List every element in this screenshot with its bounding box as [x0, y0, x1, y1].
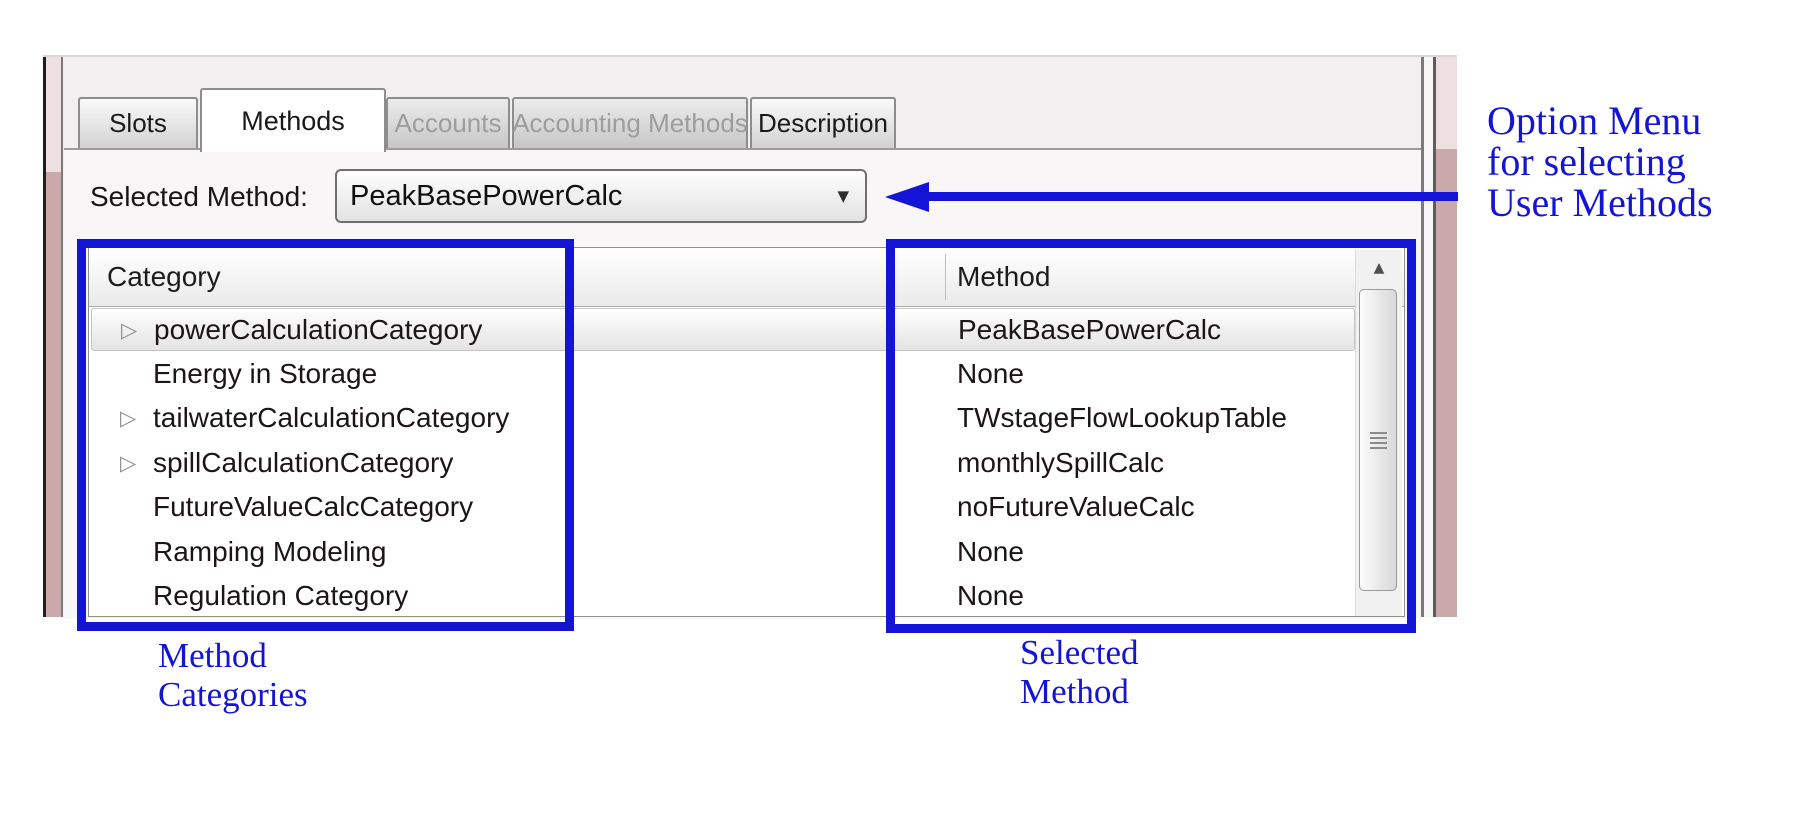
tab-description[interactable]: Description: [750, 97, 896, 148]
selected-method-dropdown[interactable]: PeakBasePowerCalc ▼: [335, 169, 867, 223]
annotation-arrow-head-icon: [885, 182, 929, 212]
tab-methods[interactable]: Methods: [200, 88, 386, 152]
tab-accounts: Accounts: [386, 97, 510, 148]
tab-accounting-methods: Accounting Methods: [512, 97, 748, 148]
annotation-line: Categories: [158, 675, 308, 714]
selected-method-label: Selected Method:: [90, 181, 308, 213]
annotation-line: Method: [1020, 672, 1139, 711]
annotation-selected-method: Selected Method: [1020, 633, 1139, 711]
annotation-box-categories: [77, 239, 574, 631]
selected-method-value: PeakBasePowerCalc: [337, 180, 622, 213]
annotation-option-menu: Option Menu for selecting User Methods: [1487, 100, 1713, 223]
annotation-line: Option Menu: [1487, 100, 1713, 141]
annotation-line: for selecting: [1487, 141, 1713, 182]
annotation-method-categories: Method Categories: [158, 636, 308, 714]
annotation-box-methods: [886, 239, 1416, 633]
annotation-arrow-line: [925, 192, 1458, 201]
chevron-down-icon: ▼: [837, 187, 849, 205]
annotation-line: Selected: [1020, 633, 1139, 672]
annotation-line: Method: [158, 636, 308, 675]
annotation-line: User Methods: [1487, 182, 1713, 223]
tab-slots[interactable]: Slots: [78, 97, 198, 148]
screenshot-root: SlotsMethodsAccountsAccounting MethodsDe…: [0, 0, 1813, 830]
